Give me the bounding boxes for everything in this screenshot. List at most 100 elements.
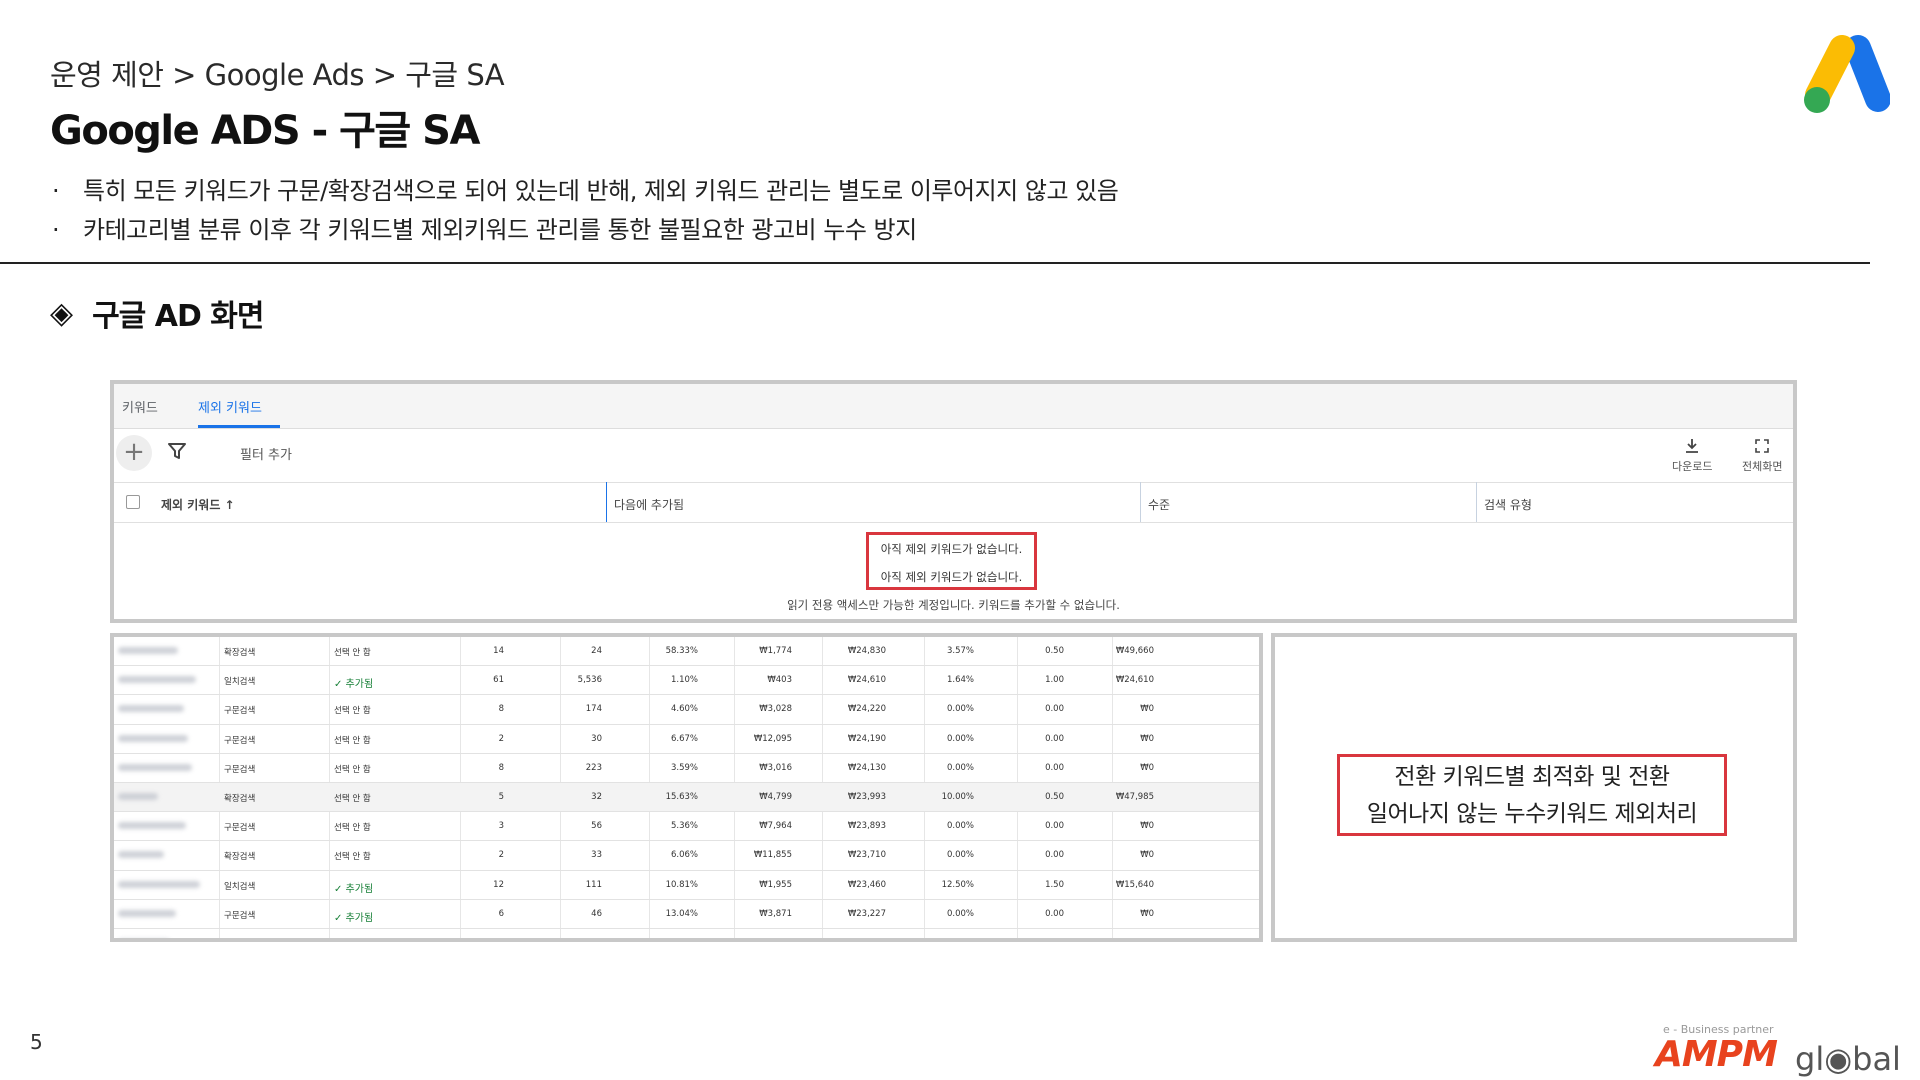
table-cell: 30 [591, 733, 602, 744]
empty-message: 아직 제외 키워드가 없습니다. [880, 542, 1023, 556]
table-row[interactable]: 확장검색 선택 안 함 5 32 15.63% ₩4,799 ₩23,993 10.00% 0.… [114, 782, 1259, 813]
table-cell: 174 [585, 704, 602, 715]
brand-global: gl◉bal [1795, 1040, 1901, 1078]
table-cell: 구문검색 [224, 764, 256, 775]
table-cell: 5 [498, 791, 504, 802]
table-cell: 0.00% [946, 821, 974, 832]
keyword-table-body: 확장검색 선택 안 함 14 24 58.33% ₩1,774 ₩24,830 3.57% 0.… [114, 637, 1259, 939]
table-cell: 0.00 [1045, 821, 1064, 832]
table-cell: ₩23,893 [847, 821, 886, 832]
table-cell: 구문검색 [224, 823, 256, 834]
bullet-item: · 카테고리별 분류 이후 각 키워드별 제외키워드 관리를 통한 불필요한 광… [52, 211, 1118, 250]
table-cell: 14 [493, 646, 504, 656]
table-row[interactable]: 구문검색 선택 안 함 3 27 11.11% ₩7,686 ₩23,057 0.00% 0.0… [114, 929, 1259, 939]
table-cell: ₩0 [1140, 762, 1154, 773]
table-cell: 8 [498, 704, 504, 715]
table-cell: 0.00% [946, 850, 974, 861]
tab-keywords[interactable]: 키워드 [122, 397, 158, 416]
negative-keyword-panel: 키워드 제외 키워드 + 필터 추가 다운로드 전체화면 제외 키워드 ↑ 다음… [110, 380, 1797, 623]
download-button[interactable]: 다운로드 [1672, 438, 1712, 474]
column-added-to[interactable]: 다음에 추가됨 [614, 496, 684, 513]
table-cell: ₩24,610 [847, 675, 886, 686]
table-row[interactable]: 일치검색 ✓ 추가됨 12 111 10.81% ₩1,955 ₩23,460 12.50% 1… [114, 871, 1259, 900]
table-row[interactable]: 구문검색 선택 안 함 3 56 5.36% ₩7,964 ₩23,893 0.00% 0.00… [114, 812, 1259, 842]
column-separator [606, 482, 607, 522]
redacted-keyword [118, 909, 176, 917]
table-cell: ₩0 [1072, 938, 1154, 939]
table-cell: 선택 안 함 [334, 938, 371, 939]
redacted-keyword [118, 851, 164, 859]
table-cell: 3 [498, 821, 504, 832]
table-cell: 223 [585, 762, 602, 773]
column-match-type[interactable]: 검색 유형 [1484, 496, 1532, 513]
table-cell: ₩24,130 [847, 762, 886, 773]
fullscreen-button[interactable]: 전체화면 [1742, 438, 1782, 474]
table-row[interactable]: 일치검색 ✓ 추가됨 61 5,536 1.10% ₩403 ₩24,610 1.64% 1.0… [114, 666, 1259, 696]
redacted-keyword [118, 880, 200, 888]
filter-bar: + 필터 추가 다운로드 전체화면 [114, 428, 1793, 483]
page-number: 5 [30, 1030, 43, 1054]
table-cell: ✓ 추가됨 [334, 912, 374, 924]
table-cell: 58.33% [665, 646, 698, 656]
table-cell: ₩24,610 [1115, 675, 1154, 686]
table-row[interactable]: 확장검색 선택 안 함 14 24 58.33% ₩1,774 ₩24,830 3.57% 0.… [114, 637, 1259, 667]
table-row[interactable]: 구문검색 선택 안 함 2 30 6.67% ₩12,095 ₩24,190 0.00% 0.0… [114, 725, 1259, 754]
table-cell: ₩24,220 [847, 704, 886, 715]
table-cell: 1.50 [1045, 879, 1064, 890]
section-heading: ◈ 구글 AD 화면 [50, 291, 265, 335]
table-cell: 0.00 [1045, 908, 1064, 919]
table-cell: 1.64% [946, 675, 974, 686]
redacted-keyword [118, 763, 192, 771]
table-cell: ₩3,028 [759, 704, 792, 715]
table-cell: 0.00% [946, 704, 974, 715]
column-level[interactable]: 수준 [1148, 496, 1170, 513]
column-separator [1476, 482, 1477, 522]
callout-line: 일어나지 않는 누수키워드 제외처리 [1366, 801, 1698, 827]
table-cell: 0.50 [1045, 646, 1064, 656]
table-cell: 6.06% [670, 850, 698, 861]
table-cell: ₩12,095 [753, 733, 792, 744]
add-button[interactable]: + [116, 435, 152, 471]
callout-line: 전환 키워드별 최적화 및 전환 [1394, 764, 1670, 790]
tab-negative-keywords[interactable]: 제외 키워드 [198, 397, 262, 416]
table-cell: ₩0 [1140, 850, 1154, 861]
table-row[interactable]: 확장검색 선택 안 함 2 33 6.06% ₩11,855 ₩23,710 0.00% 0.0… [114, 841, 1259, 871]
bullet-list: · 특히 모든 키워드가 구문/확장검색으로 되어 있는데 반해, 제외 키워드… [52, 172, 1119, 250]
filter-icon[interactable] [168, 442, 186, 460]
redacted-keyword [118, 734, 188, 742]
annotation-panel: 전환 키워드별 최적화 및 전환 일어나지 않는 누수키워드 제외처리 [1271, 633, 1797, 942]
table-cell: 5,536 [577, 675, 602, 686]
table-cell: 15.63% [665, 791, 698, 802]
table-cell: 확장검색 [224, 648, 256, 658]
page-title: Google ADS - 구글 SA [50, 108, 480, 154]
bullet-glyph: · [52, 216, 60, 244]
add-filter-label[interactable]: 필터 추가 [240, 444, 292, 463]
bullet-item: · 특히 모든 키워드가 구문/확장검색으로 되어 있는데 반해, 제외 키워드… [52, 172, 1119, 211]
column-separator [1140, 482, 1141, 522]
table-cell: ₩23,710 [847, 850, 886, 861]
table-cell: 5.36% [670, 821, 698, 832]
select-all-checkbox[interactable] [126, 495, 140, 509]
table-cell: ₩15,640 [1115, 879, 1154, 890]
table-row[interactable]: 구문검색 ✓ 추가됨 6 46 13.04% ₩3,871 ₩23,227 0.00% 0.00… [114, 900, 1259, 929]
table-cell: ₩23,057 [800, 938, 886, 939]
redacted-keyword [118, 647, 178, 654]
table-cell: ₩0 [1140, 704, 1154, 715]
brand-logo: e - Business partner AMPM gl◉bal [1655, 1022, 1901, 1078]
table-cell: 선택 안 함 [334, 648, 371, 658]
table-cell: ₩11,855 [753, 850, 792, 861]
table-cell: 11.11% [610, 938, 698, 939]
column-negative-keyword[interactable]: 제외 키워드 ↑ [161, 496, 235, 513]
download-icon [1686, 439, 1699, 453]
table-cell: ₩7,686 [706, 938, 792, 939]
table-cell: ₩4,799 [759, 791, 792, 802]
table-cell: 27 [514, 938, 602, 939]
table-row[interactable]: 구문검색 선택 안 함 8 223 3.59% ₩3,016 ₩24,130 0.00% 0.0… [114, 754, 1259, 783]
table-cell: 4.60% [670, 704, 698, 715]
table-cell: ₩3,016 [759, 762, 792, 773]
download-label: 다운로드 [1672, 460, 1713, 473]
table-cell: 0.00 [1045, 704, 1064, 715]
empty-state-highlight: 아직 제외 키워드가 없습니다. 아직 제외 키워드가 없습니다. [866, 532, 1037, 590]
table-row[interactable]: 구문검색 선택 안 함 8 174 4.60% ₩3,028 ₩24,220 0.00% 0.0… [114, 695, 1259, 725]
table-cell: 일치검색 [224, 881, 256, 892]
